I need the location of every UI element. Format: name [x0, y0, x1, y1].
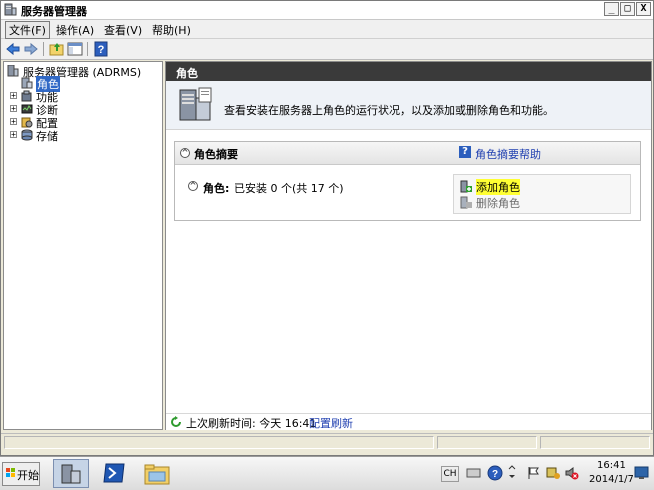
roles-actions: 添加角色 删除角色	[453, 174, 631, 214]
menu-view[interactable]: 查看(V)	[101, 22, 145, 38]
minimize-button[interactable]: _	[604, 2, 619, 16]
menu-file[interactable]: 文件(F)	[5, 21, 50, 39]
status-bar	[1, 433, 653, 452]
server-manager-icon	[61, 464, 81, 484]
close-button[interactable]: X	[636, 2, 651, 16]
taskbar: 开始 CH ? 16:41 2014/1/7	[0, 456, 654, 490]
pane-title: 角色	[176, 67, 198, 80]
show-desktop-icon[interactable]	[634, 465, 649, 480]
menu-help[interactable]: 帮助(H)	[149, 22, 194, 38]
action-center-flag-icon[interactable]	[527, 466, 541, 480]
expand-icon[interactable]: +	[10, 105, 17, 113]
storage-icon	[21, 129, 33, 141]
back-arrow-icon[interactable]	[5, 41, 21, 57]
svg-text:?: ?	[98, 44, 105, 56]
expand-icon[interactable]: +	[10, 92, 17, 100]
clock-time: 16:41	[597, 460, 626, 471]
window-title: 服务器管理器	[21, 5, 87, 18]
refresh-icon	[171, 416, 181, 427]
remove-roles-label: 删除角色	[476, 197, 520, 210]
powershell-icon	[103, 463, 125, 483]
details-pane: 角色 查看安装在服务器上角色的运行状况，以及添加或删除角色和功能。 ^ 角色摘要…	[165, 61, 652, 430]
expand-icon[interactable]: +	[10, 131, 17, 139]
refresh-bar: 上次刷新时间: 今天 16:41 配置刷新	[166, 413, 651, 430]
add-roles-label: 添加角色	[476, 179, 520, 195]
server-manager-icon	[7, 65, 19, 77]
start-label: 开始	[17, 469, 39, 482]
forward-arrow-icon[interactable]	[23, 41, 39, 57]
server-roles-icon	[179, 87, 212, 121]
last-refresh-text: 上次刷新时间: 今天 16:41	[186, 417, 317, 430]
taskbar-server-manager[interactable]	[53, 459, 89, 488]
intro-text: 查看安装在服务器上角色的运行状况，以及添加或删除角色和功能。	[224, 104, 554, 117]
volume-muted-icon[interactable]	[565, 466, 579, 480]
menu-bar: 文件(F) 操作(A) 查看(V) 帮助(H)	[1, 20, 653, 39]
language-indicator[interactable]: CH	[441, 466, 459, 482]
svg-text:?: ?	[492, 469, 498, 480]
configuration-icon	[21, 117, 33, 128]
help-icon[interactable]: ?	[459, 146, 471, 158]
menu-action[interactable]: 操作(A)	[53, 22, 97, 38]
taskbar-powershell[interactable]	[96, 459, 132, 488]
help-icon[interactable]: ?	[487, 465, 503, 481]
expand-icon[interactable]: +	[10, 118, 17, 126]
maximize-button[interactable]: □	[620, 2, 635, 16]
intro-banner: 查看安装在服务器上角色的运行状况，以及添加或删除角色和功能。	[166, 81, 651, 130]
toolbar-separator	[43, 42, 44, 56]
folder-icon	[144, 464, 170, 485]
input-options-icon[interactable]	[507, 465, 517, 481]
show-hide-tree-icon[interactable]	[67, 41, 83, 57]
diagnostics-icon	[21, 104, 33, 114]
status-cell	[437, 436, 537, 449]
collapse-icon[interactable]: ^	[180, 148, 190, 158]
server-manager-icon	[4, 3, 17, 16]
configure-refresh-link[interactable]: 配置刷新	[309, 415, 353, 431]
toolbar-separator	[87, 42, 88, 56]
keyboard-icon[interactable]	[466, 466, 481, 480]
network-icon[interactable]	[546, 465, 560, 480]
roles-summary-header: ^ 角色摘要 ? 角色摘要帮助	[175, 142, 640, 165]
roles-summary-help-link[interactable]: 角色摘要帮助	[475, 146, 541, 162]
status-cell	[540, 436, 650, 449]
windows-logo-icon	[6, 468, 15, 477]
roles-icon	[21, 77, 33, 89]
roles-summary-panel: ^ 角色摘要 ? 角色摘要帮助 ^ 角色: 已安装 0 个(共 17 个) 添加…	[174, 141, 641, 221]
roles-installed-count: 已安装 0 个(共 17 个)	[234, 182, 344, 195]
up-folder-icon[interactable]	[49, 41, 65, 57]
pane-header: 角色	[166, 62, 651, 81]
tree-item-label: 存储	[36, 130, 58, 143]
features-icon	[21, 90, 32, 102]
remove-role-icon	[460, 196, 472, 209]
help-icon[interactable]: ?	[93, 41, 109, 57]
title-bar[interactable]: 服务器管理器 _ □ X	[1, 1, 653, 20]
toolbar: ?	[1, 39, 653, 60]
console-tree: 服务器管理器 (ADRMS) 角色 + 功能 + 诊断 + 配置 + 存储	[3, 61, 163, 430]
add-role-icon	[460, 180, 472, 193]
collapse-icon[interactable]: ^	[188, 181, 198, 191]
clock-date: 2014/1/7	[589, 474, 634, 485]
status-cell	[4, 436, 434, 449]
taskbar-explorer[interactable]	[139, 459, 175, 488]
server-manager-window: 服务器管理器 _ □ X 文件(F) 操作(A) 查看(V) 帮助(H) ? 服…	[0, 0, 654, 456]
roles-summary-title: 角色摘要	[194, 148, 238, 161]
roles-label: 角色:	[203, 182, 230, 195]
start-button[interactable]: 开始	[2, 462, 40, 486]
